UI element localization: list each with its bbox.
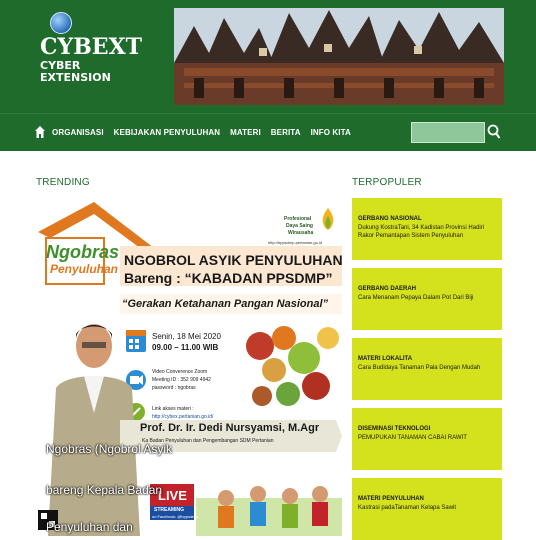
trending-heading: TRENDING	[36, 177, 90, 188]
logo-subtitle: CYBER EXTENSION	[40, 59, 111, 84]
poster-site-url: http://bppsdmp.pertanian.go.id	[268, 240, 323, 245]
nav-item-organisasi[interactable]: ORGANISASI	[52, 128, 104, 137]
popular-card[interactable]: GERBANG NASIONAL Dukung KostraTani, 34 K…	[352, 198, 502, 260]
nav-item-berita[interactable]: BERITA	[271, 128, 301, 137]
nav-item-materi[interactable]: MATERI	[230, 128, 261, 137]
poster-speaker-name: Prof. Dr. Ir. Dedi Nursyamsi, M.Agr	[140, 422, 320, 434]
header-banner-image	[174, 8, 504, 105]
poster-headline-1: NGOBROL ASYIK PENYULUHAN	[124, 252, 342, 268]
poster-password: password : ngobras	[152, 385, 196, 391]
search-input[interactable]	[411, 122, 485, 143]
card-category: DISEMINASI TEKNOLOGI	[358, 426, 431, 432]
poster-link-label: Link akses materi :	[152, 406, 194, 412]
poster-caption-line3[interactable]: Penyuluhan dan	[46, 520, 133, 534]
calendar-icon	[126, 330, 146, 352]
card-link[interactable]: Cara Budidaya Tanaman Pala Dengan Mudah	[358, 364, 498, 372]
poster-logo-line1: Ngobras	[46, 242, 120, 262]
site-header: CYBEXT CYBER EXTENSION	[0, 0, 536, 113]
poster-caption-line1[interactable]: Ngobras (Ngobrol Asyik	[46, 442, 172, 456]
poster-zoom-title: Video Converence Zoom	[152, 369, 208, 375]
popular-card[interactable]: DISEMINASI TEKNOLOGI PEMUPUKAN TANAMAN C…	[352, 408, 502, 470]
poster-brand-line3: Wirausaha	[288, 230, 314, 236]
poster-meeting-id: Meeting ID : 352 909 4942	[152, 377, 211, 383]
home-icon[interactable]	[34, 125, 46, 139]
poster-date: Senin, 18 Mei 2020	[152, 332, 221, 341]
trending-poster[interactable]: Ngobras Penyuluhan Profesional Daya Sain…	[36, 198, 342, 536]
globe-icon	[50, 12, 72, 34]
card-link[interactable]: PEMUPUKAN TANAMAN CABAI RAWIT	[358, 434, 498, 442]
poster-headline-2: Bareng : “KABADAN PPSDMP”	[124, 270, 333, 286]
popular-card[interactable]: MATERI LOKALITA Cara Budidaya Tanaman Pa…	[352, 338, 502, 400]
card-link[interactable]: Kastrasi padaTanaman Kelapa Sawit	[358, 504, 498, 512]
nav-item-info-kita[interactable]: INFO KITA	[311, 128, 351, 137]
popular-card[interactable]: GERBANG DAERAH Cara Menanam Pepaya Dalam…	[352, 268, 502, 330]
poster-logo-line2: Penyuluhan	[50, 262, 119, 276]
cybext-logo[interactable]: CYBEXT CYBER EXTENSION	[38, 12, 142, 98]
poster-live-fb: on Facebook: @bppsdmp	[152, 514, 198, 519]
poster-live-label: LIVE	[158, 488, 187, 503]
poster-brand-line2: Daya Saing	[286, 223, 313, 229]
poster-link-url[interactable]: http://cybex.pertanian.go.id/	[152, 414, 213, 420]
poster-time: 09.00 – 11.00 WIB	[152, 343, 219, 352]
card-category: GERBANG NASIONAL	[358, 216, 422, 222]
poster-caption-line2[interactable]: bareng Kepala Badan	[46, 483, 162, 497]
card-category: MATERI PENYULUHAN	[358, 496, 424, 502]
card-category: MATERI LOKALITA	[358, 356, 413, 362]
nav-menu: ORGANISASI KEBIJAKAN PENYULUHAN MATERI B…	[52, 128, 351, 137]
poster-brand-line1: Profesional	[284, 216, 312, 222]
card-category: GERBANG DAERAH	[358, 286, 417, 292]
card-link[interactable]: Cara Menanam Pepaya Dalam Pot Dari Biji	[358, 294, 498, 302]
popular-heading: TERPOPULER	[352, 177, 422, 188]
logo-title: CYBEXT	[40, 34, 143, 60]
poster-tagline: “Gerakan Ketahanan Pangan Nasional”	[122, 298, 329, 310]
nav-item-kebijakan-penyuluhan[interactable]: KEBIJAKAN PENYULUHAN	[114, 128, 220, 137]
popular-card[interactable]: MATERI PENYULUHAN Kastrasi padaTanaman K…	[352, 478, 502, 540]
poster-live-sub: STREAMING	[154, 507, 184, 513]
main-navigation: ORGANISASI KEBIJAKAN PENYULUHAN MATERI B…	[0, 113, 536, 151]
card-link[interactable]: Dukung KostraTani, 34 Kadistan Provinsi …	[358, 224, 498, 240]
search-icon[interactable]	[487, 124, 501, 140]
